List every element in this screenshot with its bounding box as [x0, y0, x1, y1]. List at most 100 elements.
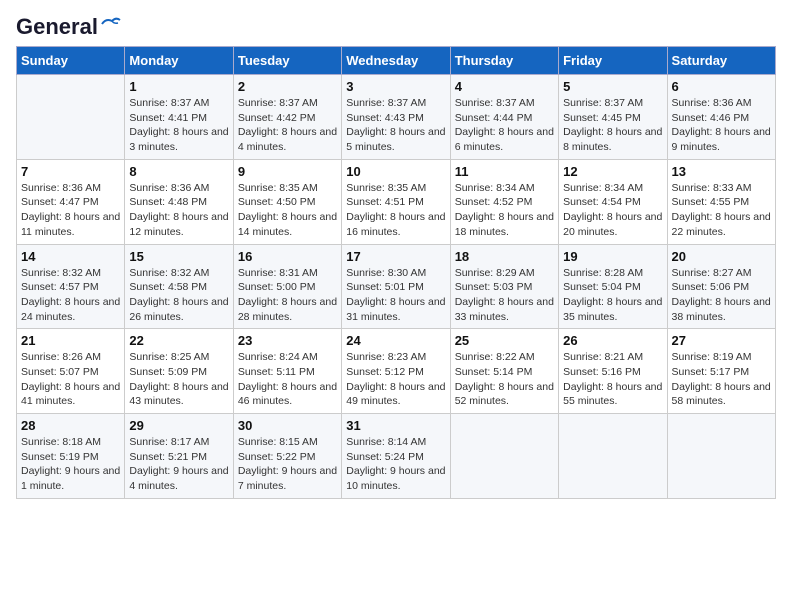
day-number: 11: [455, 164, 554, 179]
calendar-cell: 24 Sunrise: 8:23 AMSunset: 5:12 PMDayligh…: [342, 329, 450, 414]
calendar-cell: 31 Sunrise: 8:14 AMSunset: 5:24 PMDayligh…: [342, 414, 450, 499]
calendar-cell: 16 Sunrise: 8:31 AMSunset: 5:00 PMDayligh…: [233, 244, 341, 329]
calendar-cell: 30 Sunrise: 8:15 AMSunset: 5:22 PMDayligh…: [233, 414, 341, 499]
day-info: Sunrise: 8:28 AMSunset: 5:04 PMDaylight:…: [563, 266, 662, 325]
calendar-cell: 3 Sunrise: 8:37 AMSunset: 4:43 PMDaylight…: [342, 75, 450, 160]
day-info: Sunrise: 8:35 AMSunset: 4:51 PMDaylight:…: [346, 181, 445, 240]
calendar-cell: 26 Sunrise: 8:21 AMSunset: 5:16 PMDayligh…: [559, 329, 667, 414]
day-number: 15: [129, 249, 228, 264]
day-info: Sunrise: 8:18 AMSunset: 5:19 PMDaylight:…: [21, 435, 120, 494]
calendar-cell: [17, 75, 125, 160]
day-info: Sunrise: 8:22 AMSunset: 5:14 PMDaylight:…: [455, 350, 554, 409]
calendar-cell: 1 Sunrise: 8:37 AMSunset: 4:41 PMDaylight…: [125, 75, 233, 160]
calendar-cell: 13 Sunrise: 8:33 AMSunset: 4:55 PMDayligh…: [667, 159, 775, 244]
day-number: 27: [672, 333, 771, 348]
day-info: Sunrise: 8:15 AMSunset: 5:22 PMDaylight:…: [238, 435, 337, 494]
day-number: 20: [672, 249, 771, 264]
day-number: 24: [346, 333, 445, 348]
day-number: 16: [238, 249, 337, 264]
day-info: Sunrise: 8:24 AMSunset: 5:11 PMDaylight:…: [238, 350, 337, 409]
calendar-cell: 22 Sunrise: 8:25 AMSunset: 5:09 PMDayligh…: [125, 329, 233, 414]
day-number: 14: [21, 249, 120, 264]
header-tuesday: Tuesday: [233, 47, 341, 75]
header-thursday: Thursday: [450, 47, 558, 75]
header-wednesday: Wednesday: [342, 47, 450, 75]
calendar-cell: 11 Sunrise: 8:34 AMSunset: 4:52 PMDayligh…: [450, 159, 558, 244]
day-info: Sunrise: 8:34 AMSunset: 4:52 PMDaylight:…: [455, 181, 554, 240]
calendar-cell: 27Sunrise: 8:19 AMSunset: 5:17 PMDayligh…: [667, 329, 775, 414]
day-info: Sunrise: 8:36 AMSunset: 4:46 PMDaylight:…: [672, 96, 771, 155]
day-number: 1: [129, 79, 228, 94]
calendar-cell: 15 Sunrise: 8:32 AMSunset: 4:58 PMDayligh…: [125, 244, 233, 329]
calendar-cell: 20 Sunrise: 8:27 AMSunset: 5:06 PMDayligh…: [667, 244, 775, 329]
header-sunday: Sunday: [17, 47, 125, 75]
day-info: Sunrise: 8:27 AMSunset: 5:06 PMDaylight:…: [672, 266, 771, 325]
day-number: 26: [563, 333, 662, 348]
calendar-cell: 25 Sunrise: 8:22 AMSunset: 5:14 PMDayligh…: [450, 329, 558, 414]
calendar-cell: 6 Sunrise: 8:36 AMSunset: 4:46 PMDaylight…: [667, 75, 775, 160]
calendar-cell: 4 Sunrise: 8:37 AMSunset: 4:44 PMDaylight…: [450, 75, 558, 160]
day-number: 8: [129, 164, 228, 179]
calendar-cell: 29 Sunrise: 8:17 AMSunset: 5:21 PMDayligh…: [125, 414, 233, 499]
calendar-cell: 14 Sunrise: 8:32 AMSunset: 4:57 PMDayligh…: [17, 244, 125, 329]
day-number: 9: [238, 164, 337, 179]
calendar-cell: 7Sunrise: 8:36 AMSunset: 4:47 PMDaylight…: [17, 159, 125, 244]
day-number: 4: [455, 79, 554, 94]
header-friday: Friday: [559, 47, 667, 75]
day-number: 12: [563, 164, 662, 179]
day-info: Sunrise: 8:33 AMSunset: 4:55 PMDaylight:…: [672, 181, 771, 240]
day-number: 22: [129, 333, 228, 348]
day-number: 5: [563, 79, 662, 94]
day-number: 7: [21, 164, 120, 179]
day-info: Sunrise: 8:37 AMSunset: 4:44 PMDaylight:…: [455, 96, 554, 155]
day-info: Sunrise: 8:37 AMSunset: 4:42 PMDaylight:…: [238, 96, 337, 155]
day-info: Sunrise: 8:37 AMSunset: 4:43 PMDaylight:…: [346, 96, 445, 155]
day-number: 30: [238, 418, 337, 433]
day-info: Sunrise: 8:32 AMSunset: 4:58 PMDaylight:…: [129, 266, 228, 325]
calendar-cell: 8 Sunrise: 8:36 AMSunset: 4:48 PMDaylight…: [125, 159, 233, 244]
day-number: 31: [346, 418, 445, 433]
calendar-cell: 12 Sunrise: 8:34 AMSunset: 4:54 PMDayligh…: [559, 159, 667, 244]
day-number: 28: [21, 418, 120, 433]
calendar-week-3: 14 Sunrise: 8:32 AMSunset: 4:57 PMDayligh…: [17, 244, 776, 329]
day-number: 29: [129, 418, 228, 433]
calendar-cell: 2 Sunrise: 8:37 AMSunset: 4:42 PMDaylight…: [233, 75, 341, 160]
day-info: Sunrise: 8:32 AMSunset: 4:57 PMDaylight:…: [21, 266, 120, 325]
day-info: Sunrise: 8:34 AMSunset: 4:54 PMDaylight:…: [563, 181, 662, 240]
day-number: 10: [346, 164, 445, 179]
day-info: Sunrise: 8:36 AMSunset: 4:48 PMDaylight:…: [129, 181, 228, 240]
day-info: Sunrise: 8:29 AMSunset: 5:03 PMDaylight:…: [455, 266, 554, 325]
day-info: Sunrise: 8:21 AMSunset: 5:16 PMDaylight:…: [563, 350, 662, 409]
calendar-cell: 21Sunrise: 8:26 AMSunset: 5:07 PMDayligh…: [17, 329, 125, 414]
day-info: Sunrise: 8:17 AMSunset: 5:21 PMDaylight:…: [129, 435, 228, 494]
day-number: 18: [455, 249, 554, 264]
day-info: Sunrise: 8:37 AMSunset: 4:45 PMDaylight:…: [563, 96, 662, 155]
calendar-cell: 9 Sunrise: 8:35 AMSunset: 4:50 PMDaylight…: [233, 159, 341, 244]
day-info: Sunrise: 8:31 AMSunset: 5:00 PMDaylight:…: [238, 266, 337, 325]
day-info: Sunrise: 8:23 AMSunset: 5:12 PMDaylight:…: [346, 350, 445, 409]
calendar-cell: 5 Sunrise: 8:37 AMSunset: 4:45 PMDaylight…: [559, 75, 667, 160]
day-number: 2: [238, 79, 337, 94]
day-info: Sunrise: 8:14 AMSunset: 5:24 PMDaylight:…: [346, 435, 445, 494]
day-number: 21: [21, 333, 120, 348]
day-number: 13: [672, 164, 771, 179]
calendar-week-5: 28 Sunrise: 8:18 AMSunset: 5:19 PMDayligh…: [17, 414, 776, 499]
header-saturday: Saturday: [667, 47, 775, 75]
header-monday: Monday: [125, 47, 233, 75]
calendar-cell: 17Sunrise: 8:30 AMSunset: 5:01 PMDayligh…: [342, 244, 450, 329]
day-number: 6: [672, 79, 771, 94]
calendar-cell: [667, 414, 775, 499]
day-info: Sunrise: 8:25 AMSunset: 5:09 PMDaylight:…: [129, 350, 228, 409]
calendar-week-4: 21Sunrise: 8:26 AMSunset: 5:07 PMDayligh…: [17, 329, 776, 414]
day-info: Sunrise: 8:35 AMSunset: 4:50 PMDaylight:…: [238, 181, 337, 240]
day-info: Sunrise: 8:37 AMSunset: 4:41 PMDaylight:…: [129, 96, 228, 155]
calendar-cell: 23Sunrise: 8:24 AMSunset: 5:11 PMDayligh…: [233, 329, 341, 414]
day-number: 3: [346, 79, 445, 94]
day-number: 25: [455, 333, 554, 348]
day-number: 19: [563, 249, 662, 264]
calendar-header-row: SundayMondayTuesdayWednesdayThursdayFrid…: [17, 47, 776, 75]
day-info: Sunrise: 8:30 AMSunset: 5:01 PMDaylight:…: [346, 266, 445, 325]
logo-text: General: [16, 16, 98, 38]
page-header: General: [16, 16, 776, 36]
calendar-cell: [450, 414, 558, 499]
